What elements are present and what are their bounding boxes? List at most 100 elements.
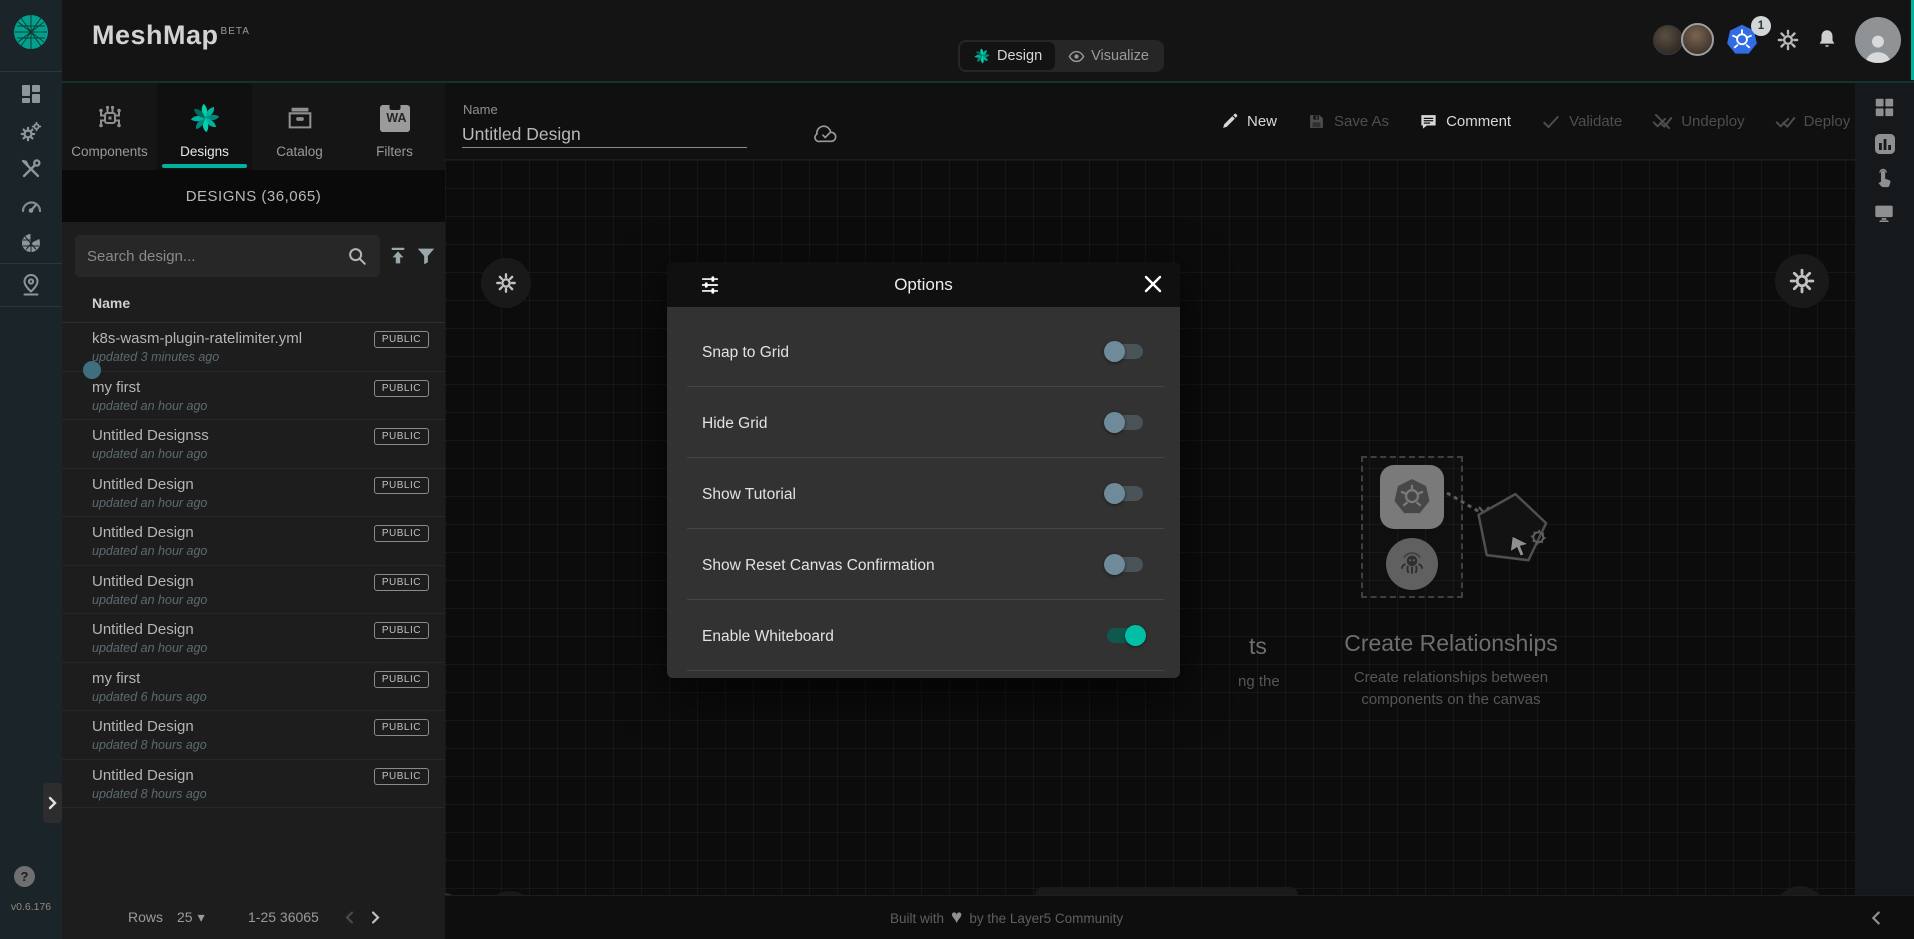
- deploy-button[interactable]: Deploy: [1775, 111, 1851, 132]
- filter-funnel-icon[interactable]: [415, 245, 437, 267]
- design-row[interactable]: Untitled Design updated 8 hours ago PUBL…: [62, 711, 445, 760]
- design-row[interactable]: my first updated an hour ago PUBLIC: [62, 372, 445, 421]
- panel-tabs: Components: [62, 83, 445, 170]
- options-modal-header: Options: [667, 262, 1180, 307]
- enable-whiteboard-toggle[interactable]: [1107, 628, 1143, 643]
- new-button[interactable]: New: [1220, 112, 1277, 131]
- tab-catalog[interactable]: Catalog: [252, 83, 347, 170]
- design-row[interactable]: Untitled Designss updated an hour ago PU…: [62, 420, 445, 469]
- collaborator-avatar[interactable]: [1681, 23, 1714, 56]
- tune-sliders-icon: [699, 274, 721, 296]
- hide-grid-toggle[interactable]: [1107, 415, 1143, 430]
- search-icon[interactable]: [346, 245, 368, 267]
- save-as-button[interactable]: Save As: [1307, 112, 1389, 131]
- prev-page-button[interactable]: [344, 895, 355, 939]
- check-icon: [1541, 112, 1561, 132]
- toggle-knob: [1104, 554, 1125, 575]
- design-row[interactable]: Untitled Design updated an hour ago PUBL…: [62, 614, 445, 663]
- double-check-icon: [1775, 111, 1796, 132]
- tab-design-label: Design: [997, 48, 1042, 64]
- design-row[interactable]: k8s-wasm-plugin-ratelimiter.yml updated …: [62, 323, 445, 372]
- import-design-icon[interactable]: [387, 245, 409, 267]
- footer-credit: Built with ♥ by the Layer5 Community: [890, 896, 1123, 939]
- show-tutorial-toggle[interactable]: [1107, 486, 1143, 501]
- comment-button[interactable]: Comment: [1419, 112, 1511, 131]
- version-label: v0.6.176: [0, 901, 62, 913]
- snap-to-grid-toggle[interactable]: [1107, 344, 1143, 359]
- design-name-input[interactable]: [462, 122, 747, 148]
- tab-filters[interactable]: WA Filters: [347, 83, 442, 170]
- canvas-settings-gear-icon[interactable]: [481, 258, 531, 308]
- option-row-hide-grid: Hide Grid: [687, 387, 1164, 458]
- design-row[interactable]: Untitled Design updated an hour ago PUBL…: [62, 469, 445, 518]
- meshmap-app: MeshMapBETA: [0, 0, 1914, 939]
- tab-components[interactable]: Components: [62, 83, 157, 170]
- user-avatar[interactable]: [1855, 17, 1901, 63]
- visibility-badge: PUBLIC: [374, 477, 429, 494]
- nav-dashboard-icon[interactable]: [19, 82, 43, 106]
- toggle-knob: [1104, 341, 1125, 362]
- designs-pinwheel-icon: [188, 101, 222, 135]
- hint-pentagon-shape: [1468, 486, 1555, 575]
- layer5-logo[interactable]: [11, 12, 51, 52]
- chevron-left-icon: [344, 910, 355, 925]
- settings-gear-icon[interactable]: [1777, 29, 1799, 51]
- floppy-icon: [1307, 112, 1326, 131]
- design-row[interactable]: Untitled Design updated an hour ago PUBL…: [62, 517, 445, 566]
- design-row[interactable]: my first updated 6 hours ago PUBLIC: [62, 663, 445, 712]
- nav-meshmap-pin-icon[interactable]: [19, 273, 43, 297]
- footer: Built with ♥ by the Layer5 Community: [445, 895, 1914, 939]
- app-title: MeshMapBETA: [92, 20, 250, 51]
- rows-per-page-select[interactable]: 25 ▾: [177, 895, 205, 939]
- tab-visualize-label: Visualize: [1091, 48, 1149, 64]
- hint-subtitle-line1: Create relationships between: [1271, 669, 1631, 686]
- nav-lifecycle-gears-icon[interactable]: [19, 120, 43, 144]
- wasm-filters-icon: WA: [380, 101, 410, 135]
- collapse-panel-chevron-icon[interactable]: [1870, 910, 1882, 926]
- chevron-right-icon: [47, 796, 58, 810]
- nav-service-mesh-icon[interactable]: [19, 231, 43, 255]
- eye-icon: [1068, 48, 1085, 65]
- design-row[interactable]: Untitled Design updated 8 hours ago PUBL…: [62, 760, 445, 809]
- option-row-enable-whiteboard: Enable Whiteboard: [687, 600, 1164, 671]
- tab-design[interactable]: Design: [960, 42, 1055, 70]
- design-row[interactable]: Untitled Design updated an hour ago PUBL…: [62, 566, 445, 615]
- panel-expand-handle[interactable]: [43, 783, 62, 823]
- panels-grid-icon[interactable]: [1873, 96, 1895, 118]
- tab-visualize[interactable]: Visualize: [1055, 42, 1162, 70]
- interaction-touch-icon[interactable]: [1873, 168, 1895, 190]
- collaborator-avatar[interactable]: [1653, 25, 1683, 55]
- show-reset-canvas-confirmation-toggle[interactable]: [1107, 557, 1143, 572]
- divider: [0, 306, 62, 307]
- tab-designs[interactable]: Designs: [157, 83, 252, 170]
- comment-icon: [1419, 112, 1438, 131]
- toggle-knob: [1104, 412, 1125, 433]
- nav-performance-gauge-icon[interactable]: [19, 194, 43, 218]
- catalog-drawer-icon: [285, 101, 315, 135]
- visibility-badge: PUBLIC: [374, 331, 429, 348]
- chevron-right-icon: [370, 910, 381, 925]
- option-row-snap-to-grid: Snap to Grid: [687, 316, 1164, 387]
- close-icon[interactable]: [1144, 275, 1162, 293]
- canvas-options-gear-icon[interactable]: [1775, 254, 1829, 308]
- undeploy-button[interactable]: Undeploy: [1652, 111, 1744, 132]
- visibility-badge: PUBLIC: [374, 719, 429, 736]
- heart-icon: ♥: [951, 907, 962, 929]
- cloud-saved-icon: [813, 123, 840, 144]
- hidden-hint-subtitle-fragment: ng the: [1238, 673, 1280, 690]
- notifications-bell-icon[interactable]: [1816, 28, 1838, 50]
- display-monitor-icon[interactable]: [1873, 202, 1895, 224]
- beta-tag: BETA: [221, 26, 250, 37]
- tab-filters-label: Filters: [376, 144, 413, 159]
- hint-title: Create Relationships: [1271, 630, 1631, 657]
- validate-button[interactable]: Validate: [1541, 112, 1622, 132]
- search-input[interactable]: [75, 235, 380, 277]
- crossed-double-check-icon: [1652, 111, 1673, 132]
- help-icon[interactable]: ?: [14, 866, 35, 887]
- nav-toolbox-icon[interactable]: [19, 157, 43, 181]
- visibility-badge: PUBLIC: [374, 622, 429, 639]
- header: MeshMapBETA: [62, 0, 1914, 83]
- owner-avatar-dot: [83, 361, 101, 379]
- next-page-button[interactable]: [370, 895, 381, 939]
- analytics-chart-icon[interactable]: [1873, 132, 1897, 156]
